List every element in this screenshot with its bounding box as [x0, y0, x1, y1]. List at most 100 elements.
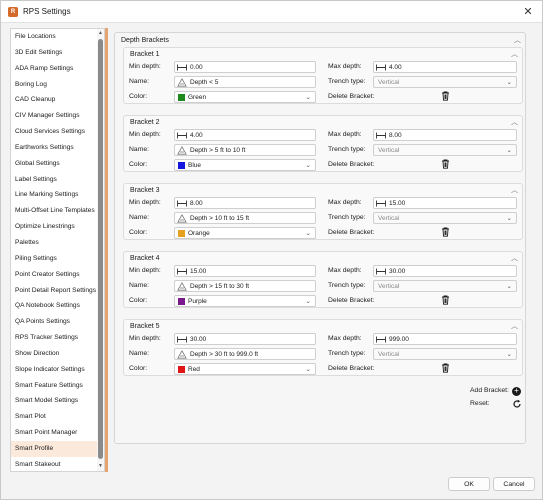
sidebar-item-3d-edit-settings[interactable]: 3D Edit Settings [11, 45, 98, 61]
trench-type-select[interactable]: Vertical ⌄ [373, 280, 517, 292]
trash-icon[interactable] [441, 363, 450, 373]
sidebar-item-boring-log[interactable]: Boring Log [11, 77, 98, 93]
bracket-name-input[interactable]: Depth < 5 [174, 76, 316, 88]
chevron-up-icon[interactable]: ︿ [511, 253, 518, 263]
chevron-up-icon[interactable]: ︿ [511, 117, 518, 127]
bracket-name-input[interactable]: Depth > 15 ft to 30 ft [174, 280, 316, 292]
min-depth-input[interactable]: 4.00 [174, 129, 316, 141]
settings-window: R RPS Settings ✕ File Locations 3D Edit S… [0, 0, 543, 500]
trash-icon[interactable] [441, 295, 450, 305]
chevron-up-icon[interactable]: ︿ [514, 35, 521, 45]
window-title: RPS Settings [23, 7, 71, 16]
trash-icon[interactable] [441, 227, 450, 237]
sidebar-item-smart-point-manager[interactable]: Smart Point Manager [11, 425, 98, 441]
scroll-down-icon[interactable]: ▼ [98, 464, 103, 469]
sidebar-item-label-settings[interactable]: Label Settings [11, 172, 98, 188]
sidebar-item-smart-stakeout[interactable]: Smart Stakeout [11, 457, 98, 471]
sidebar-item-file-locations[interactable]: File Locations [11, 29, 98, 45]
close-icon[interactable]: ✕ [521, 5, 535, 19]
min-depth-input[interactable]: 8.00 [174, 197, 316, 209]
sidebar-scrollbar[interactable]: ▲ ▼ [97, 29, 104, 471]
color-select[interactable]: Orange ⌄ [174, 227, 316, 239]
trench-type-select[interactable]: Vertical ⌄ [373, 76, 517, 88]
sidebar-item-ada-ramp-settings[interactable]: ADA Ramp Settings [11, 61, 98, 77]
sidebar-item-show-direction[interactable]: Show Direction [11, 346, 98, 362]
sidebar-item-slope-indicator-settings[interactable]: Slope Indicator Settings [11, 362, 98, 378]
max-depth-input[interactable]: 15.00 [373, 197, 517, 209]
bracket-panel: Bracket 5 ︿ Min depth: 30.00 Max depth: 999.0… [123, 319, 523, 376]
text-field-icon [177, 282, 187, 291]
bracket-name-input[interactable]: Depth > 10 ft to 15 ft [174, 212, 316, 224]
sidebar-item-optimize-linestrings[interactable]: Optimize Linestrings [11, 219, 98, 235]
trench-type-select[interactable]: Vertical ⌄ [373, 212, 517, 224]
max-depth-label: Max depth: [328, 335, 362, 342]
bracket-name-input[interactable]: Depth > 30 ft to 999.0 ft [174, 348, 316, 360]
chevron-down-icon: ⌄ [506, 283, 512, 290]
max-depth-input[interactable]: 8.00 [373, 129, 517, 141]
bracket-panel: Bracket 1 ︿ Min depth: 0.00 Max depth: 4.00 Na… [123, 47, 523, 104]
sidebar-item-qa-points-settings[interactable]: QA Points Settings [11, 314, 98, 330]
trash-icon[interactable] [441, 159, 450, 169]
color-value: Purple [188, 298, 207, 305]
scrollbar-thumb[interactable] [98, 39, 103, 459]
color-label: Color: [129, 229, 148, 236]
max-depth-input[interactable]: 999.00 [373, 333, 517, 345]
max-depth-input[interactable]: 4.00 [373, 61, 517, 73]
chevron-up-icon[interactable]: ︿ [511, 321, 518, 331]
sidebar-item-cloud-services-settings[interactable]: Cloud Services Settings [11, 124, 98, 140]
sidebar-item-piling-settings[interactable]: Piling Settings [11, 251, 98, 267]
sidebar-item-point-detail-report-settings[interactable]: Point Detail Report Settings [11, 283, 98, 299]
max-depth-input[interactable]: 30.00 [373, 265, 517, 277]
color-select[interactable]: Green ⌄ [174, 91, 316, 103]
sidebar-item-smart-profile[interactable]: Smart Profile [11, 440, 98, 457]
sidebar-item-civ-manager-settings[interactable]: CIV Manager Settings [11, 108, 98, 124]
min-depth-label: Min depth: [129, 131, 161, 138]
delete-bracket-label: Delete Bracket: [328, 229, 375, 236]
bracket-title: Bracket 5 [130, 323, 160, 330]
chevron-up-icon[interactable]: ︿ [511, 49, 518, 59]
sidebar-item-cad-cleanup[interactable]: CAD Cleanup [11, 92, 98, 108]
color-select[interactable]: Purple ⌄ [174, 295, 316, 307]
min-depth-label: Min depth: [129, 63, 161, 70]
sidebar-item-earthworks-settings[interactable]: Earthworks Settings [11, 140, 98, 156]
ok-button[interactable]: OK [448, 477, 490, 491]
panel-splitter[interactable] [105, 28, 108, 472]
trench-type-select[interactable]: Vertical ⌄ [373, 144, 517, 156]
sidebar-item-smart-model-settings[interactable]: Smart Model Settings [11, 393, 98, 409]
min-depth-input[interactable]: 0.00 [174, 61, 316, 73]
trench-type-select[interactable]: Vertical ⌄ [373, 348, 517, 360]
color-select[interactable]: Blue ⌄ [174, 159, 316, 171]
color-select[interactable]: Red ⌄ [174, 363, 316, 375]
sidebar-item-multi-offset-line-templates[interactable]: Multi-Offset Line Templates [11, 203, 98, 219]
sidebar-item-smart-feature-settings[interactable]: Smart Feature Settings [11, 378, 98, 394]
bracket-name-input[interactable]: Depth > 5 ft to 10 ft [174, 144, 316, 156]
sidebar-item-smart-plot[interactable]: Smart Plot [11, 409, 98, 425]
chevron-up-icon[interactable]: ︿ [511, 185, 518, 195]
sidebar-item-global-settings[interactable]: Global Settings [11, 156, 98, 172]
color-swatch [178, 162, 185, 169]
text-field-icon [177, 78, 187, 87]
min-depth-value: 15.00 [190, 268, 207, 275]
min-depth-value: 4.00 [190, 132, 203, 139]
trench-type-value: Vertical [378, 351, 400, 358]
sidebar-item-line-marking-settings[interactable]: Line Marking Settings [11, 187, 98, 203]
sidebar-item-qa-notebook-settings[interactable]: QA Notebook Settings [11, 298, 98, 314]
sidebar-item-palettes[interactable]: Palettes [11, 235, 98, 251]
settings-sidebar: File Locations 3D Edit Settings ADA Ramp S… [10, 28, 105, 472]
trench-type-label: Trench type: [328, 282, 366, 289]
cancel-button[interactable]: Cancel [493, 477, 535, 491]
chevron-down-icon: ⌄ [305, 298, 311, 305]
min-depth-input[interactable]: 30.00 [174, 333, 316, 345]
chevron-down-icon: ⌄ [305, 162, 311, 169]
sidebar-item-rps-tracker-settings[interactable]: RPS Tracker Settings [11, 330, 98, 346]
reset-icon[interactable] [512, 399, 522, 409]
scroll-up-icon[interactable]: ▲ [98, 31, 103, 36]
delete-bracket-label: Delete Bracket: [328, 93, 375, 100]
trash-icon[interactable] [441, 91, 450, 101]
min-depth-input[interactable]: 15.00 [174, 265, 316, 277]
reset-label: Reset: [470, 400, 490, 407]
add-bracket-button[interactable]: + [512, 387, 521, 396]
max-depth-value: 999.00 [389, 336, 409, 343]
text-field-icon [177, 350, 187, 359]
sidebar-item-point-creator-settings[interactable]: Point Creator Settings [11, 267, 98, 283]
